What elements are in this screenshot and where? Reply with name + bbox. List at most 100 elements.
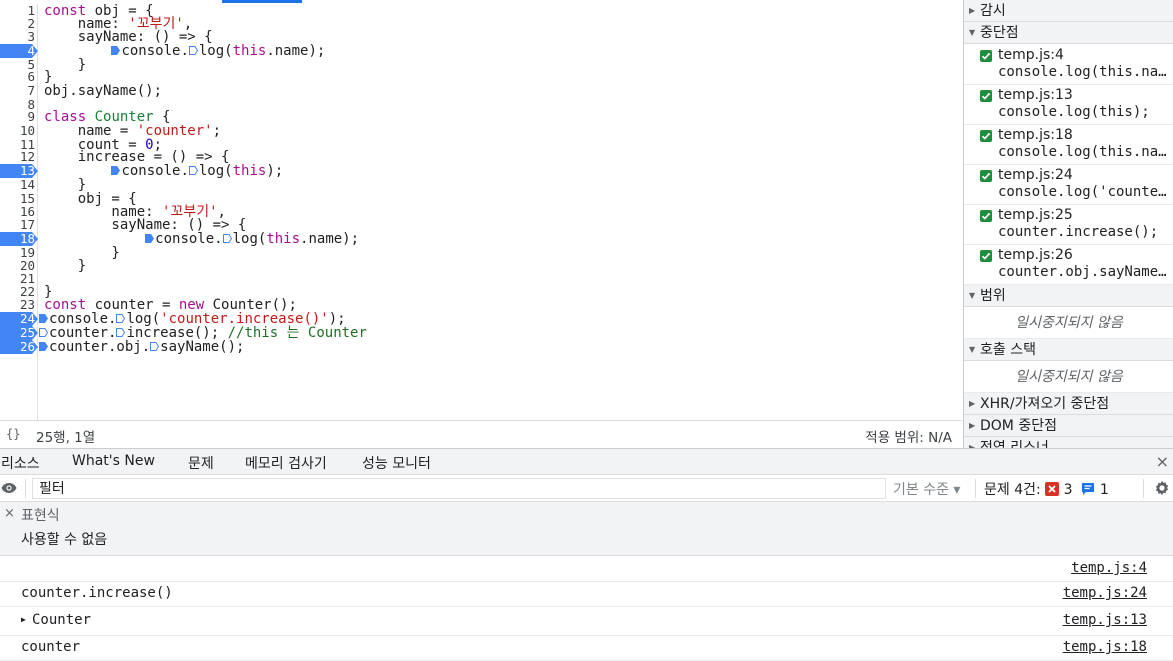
line-number[interactable]: 23 (0, 298, 38, 312)
breakpoint-item[interactable]: temp.js:24console.log('counter.increase(… (964, 165, 1173, 205)
code-line[interactable]: } (44, 70, 52, 84)
issues-counter[interactable]: 문제 4건: 3 1 (984, 479, 1109, 499)
line-number[interactable]: 17 (0, 218, 38, 232)
source-link[interactable]: temp.js:4 (1071, 560, 1147, 576)
line-number[interactable]: 10 (0, 124, 38, 138)
console-message[interactable]: ▶ Counter temp.js:13 (0, 607, 1173, 636)
checkbox-checked-icon[interactable] (980, 50, 992, 62)
message-text: Counter (32, 612, 92, 628)
code-line[interactable]: console. log(this); (44, 164, 283, 178)
code-line[interactable]: } (44, 178, 86, 192)
code-line[interactable]: console. log(this.name); (44, 44, 325, 58)
breakpoint-marker[interactable]: 26 (0, 340, 38, 354)
dom-breakpoints-header[interactable]: ▶ DOM 중단점 (964, 415, 1173, 437)
code-line[interactable]: const counter = new Counter(); (44, 298, 297, 312)
source-link[interactable]: temp.js:18 (1063, 639, 1147, 655)
filter-input[interactable] (32, 478, 886, 499)
checkbox-checked-icon[interactable] (980, 90, 992, 102)
code-line[interactable]: console. log('counter.increase()'); (39, 312, 346, 326)
log-levels-dropdown[interactable]: 기본 수준 ▾ (893, 479, 960, 499)
code-line[interactable]: console. log(this.name); (44, 232, 359, 246)
tab-resources[interactable]: 리소스 (1, 453, 40, 473)
inline-breakpoint-icon[interactable] (188, 46, 198, 55)
inline-breakpoint-icon[interactable] (222, 234, 232, 243)
source-link[interactable]: temp.js:24 (1063, 585, 1147, 601)
tab-issues[interactable]: 문제 (188, 453, 214, 473)
inline-breakpoint-icon[interactable] (39, 342, 48, 351)
tab-whats-new[interactable]: What's New (72, 453, 155, 469)
tab-memory-inspector[interactable]: 메모리 검사기 (245, 453, 327, 473)
code-line[interactable]: obj.sayName(); (44, 84, 162, 98)
inline-breakpoint-icon[interactable] (111, 166, 121, 175)
breakpoint-marker[interactable]: 24 (0, 312, 38, 326)
checkbox-checked-icon[interactable] (980, 250, 992, 262)
close-icon[interactable]: × (4, 506, 15, 521)
watch-section-header[interactable]: ▶ 감시 (964, 0, 1173, 22)
breakpoints-title: 중단점 (980, 25, 1019, 41)
breakpoint-item[interactable]: temp.js:25 counter.increase(); (964, 205, 1173, 245)
breakpoint-location: temp.js:25 (998, 207, 1073, 223)
breakpoint-marker[interactable]: 13 (0, 164, 38, 178)
inline-breakpoint-icon[interactable] (150, 342, 160, 351)
line-number[interactable]: 3 (0, 30, 38, 44)
expand-triangle-icon[interactable]: ▶ (21, 615, 32, 624)
scope-not-paused: 일시중지되지 않음 (964, 307, 1173, 339)
code-area[interactable]: const obj = { name: '꼬부기', sayName: () =… (39, 4, 954, 420)
info-count: 1 (1099, 482, 1109, 498)
line-number[interactable]: 9 (0, 110, 38, 124)
code-line[interactable]: sayName: () => { (44, 218, 246, 232)
keyword: this (266, 231, 301, 247)
breakpoint-code: console.log(this.name); (998, 64, 1170, 80)
breakpoint-item[interactable]: temp.js:4console.log(this.name); (964, 45, 1173, 85)
checkbox-checked-icon[interactable] (980, 170, 992, 182)
breakpoint-marker[interactable]: 25 (0, 326, 38, 340)
source-link[interactable]: temp.js:13 (1063, 612, 1147, 628)
expression-label[interactable]: 표현식 (21, 505, 60, 525)
breakpoint-item[interactable]: temp.js:13 console.log(this); (964, 85, 1173, 125)
code-line[interactable]: counter.obj. sayName(); (39, 340, 244, 354)
expand-triangle-icon: ▶ (969, 421, 976, 430)
code-line[interactable]: } (44, 259, 86, 273)
tab-performance-monitor[interactable]: 성능 모니터 (362, 453, 431, 473)
gear-icon[interactable] (1154, 480, 1170, 500)
source-editor[interactable]: 1 2 3 4 5 6 7 8 9 10 11 12 13 14 15 16 17 18 19 20 21 22 23 24 2… (0, 0, 962, 420)
inline-breakpoint-icon[interactable] (188, 166, 198, 175)
code-line[interactable]: name = 'counter'; (44, 124, 221, 138)
line-number[interactable]: 7 (0, 84, 38, 98)
line-number-gutter[interactable]: 1 2 3 4 5 6 7 8 9 10 11 12 13 14 15 16 17 18 19 20 21 22 23 24 2… (0, 4, 38, 420)
pretty-print-icon[interactable]: {} (6, 427, 20, 441)
eye-icon[interactable] (1, 482, 17, 498)
editor-status-bar: {} 25행, 1열 적용 범위: N/A (0, 420, 962, 448)
code-text: .name); (300, 231, 360, 247)
line-number[interactable]: 6 (0, 70, 38, 84)
breakpoint-code: counter.increase(); (998, 224, 1159, 240)
callstack-section-header[interactable]: ▼ 호출 스택 (964, 339, 1173, 361)
breakpoint-marker[interactable]: 4 (0, 44, 38, 58)
live-expressions: × 표현식 사용할 수 없음 (0, 502, 1173, 556)
coverage-status: 적용 범위: N/A (865, 430, 952, 446)
breakpoint-marker[interactable]: 18 (0, 232, 38, 246)
inline-breakpoint-icon[interactable] (116, 314, 126, 323)
code-line[interactable]: sayName: () => { (44, 30, 213, 44)
close-icon[interactable]: × (1156, 452, 1169, 471)
line-number[interactable]: 12 (0, 150, 38, 164)
inline-breakpoint-icon[interactable] (111, 46, 121, 55)
code-line[interactable]: class Counter { (44, 110, 170, 124)
breakpoint-item[interactable]: temp.js:18console.log(this.name); (964, 125, 1173, 165)
inline-breakpoint-icon[interactable] (116, 328, 126, 337)
checkbox-checked-icon[interactable] (980, 130, 992, 142)
xhr-breakpoints-header[interactable]: ▶ XHR/가져오기 중단점 (964, 393, 1173, 415)
code-line[interactable]: increase = () => { (44, 150, 230, 164)
breakpoint-item[interactable]: temp.js:26 counter.obj.sayName(); (964, 245, 1173, 285)
breakpoints-section-header[interactable]: ▼ 중단점 (964, 22, 1173, 44)
global-listeners-header[interactable]: ▶ 전역 리스너 (964, 437, 1173, 448)
inline-breakpoint-icon[interactable] (39, 328, 48, 337)
keyword: this (232, 163, 267, 179)
checkbox-checked-icon[interactable] (980, 210, 992, 222)
code-line[interactable]: counter. increase(); //this 는 Counter (39, 326, 367, 340)
code-text: counter.obj. (49, 339, 151, 355)
line-number[interactable]: 14 (0, 178, 38, 192)
inline-breakpoint-icon[interactable] (145, 234, 155, 243)
inline-breakpoint-icon[interactable] (39, 314, 48, 323)
scope-section-header[interactable]: ▼ 범위 (964, 285, 1173, 307)
